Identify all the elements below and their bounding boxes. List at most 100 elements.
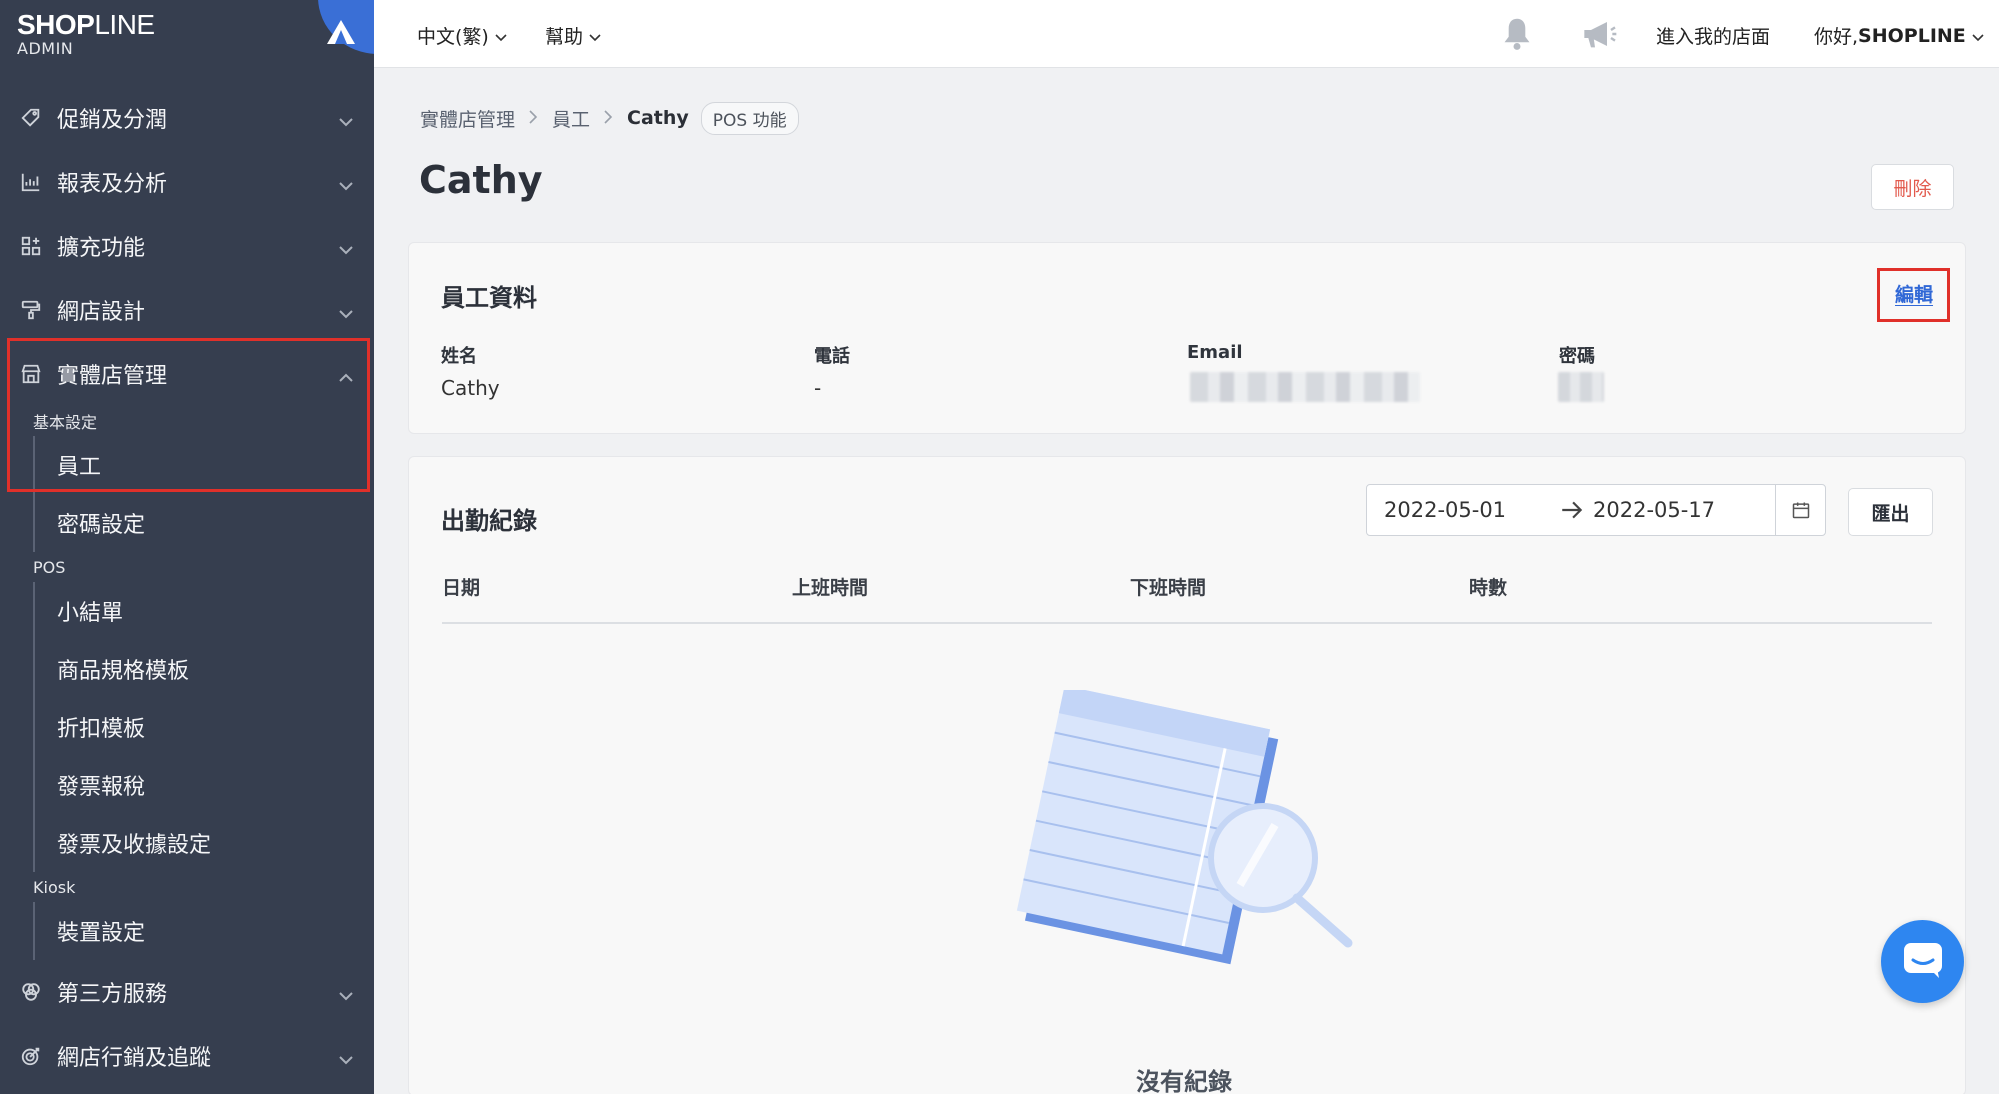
tag-icon (18, 105, 44, 131)
help-menu[interactable]: 幫助 (545, 22, 601, 49)
sidebar-sublist-pos: 小結單 商品規格模板 折扣模板 發票報稅 發票及收據設定 (33, 582, 374, 872)
delete-button[interactable]: 刪除 (1871, 164, 1954, 210)
column-header-clock-out[interactable]: 下班時間 (1130, 573, 1206, 600)
chevron-down-icon (338, 982, 354, 1007)
sidebar-item-third-party[interactable]: 第三方服務 (0, 960, 374, 1024)
logo-mark-icon (325, 18, 357, 50)
language-selector[interactable]: 中文(繁) (417, 22, 507, 49)
attendance-title: 出勤紀錄 (441, 507, 537, 535)
chevron-up-icon (338, 364, 354, 389)
sidebar-item-promotions[interactable]: 促銷及分潤 (0, 86, 374, 150)
sidebar-item-invoice-receipt-settings[interactable]: 發票及收據設定 (35, 814, 374, 872)
sidebar-item-label: 擴充功能 (57, 236, 146, 261)
sidebar-item-shift-report[interactable]: 小結單 (35, 582, 374, 640)
chevron-down-icon (338, 108, 354, 133)
date-range-picker[interactable]: 2022-05-01 2022-05-17 (1366, 484, 1826, 536)
empty-state-text: 沒有紀錄 (1136, 1068, 1232, 1094)
apps-icon (18, 233, 44, 259)
language-label: 中文(繁) (417, 26, 489, 48)
table-header-divider (442, 622, 1932, 624)
column-header-date[interactable]: 日期 (442, 573, 480, 600)
employee-info-title: 員工資料 (441, 284, 537, 312)
sidebar-item-apps[interactable]: 擴充功能 (0, 214, 374, 278)
sidebar-item-device-settings[interactable]: 裝置設定 (35, 902, 374, 960)
email-value-redacted (1190, 372, 1420, 402)
announcement-megaphone-icon[interactable] (1580, 18, 1618, 50)
user-menu[interactable]: 你好, SHOPLINE (1814, 22, 1984, 49)
sidebar-item-label: 網店設計 (57, 300, 146, 325)
chevron-down-icon (589, 25, 601, 47)
name-value: Cathy (441, 376, 500, 400)
chevron-right-icon (604, 108, 613, 129)
date-to-value[interactable]: 2022-05-17 (1593, 498, 1715, 522)
visit-store-label: 進入我的店面 (1656, 26, 1771, 48)
notification-bell-icon[interactable] (1500, 16, 1534, 52)
empty-records-illustration-icon (975, 685, 1375, 994)
sidebar-item-label: 促銷及分潤 (57, 108, 168, 133)
chevron-down-icon (338, 300, 354, 325)
sidebar-item-password-settings[interactable]: 密碼設定 (35, 494, 374, 552)
chat-support-button[interactable] (1881, 920, 1964, 1003)
calendar-icon[interactable] (1775, 485, 1826, 535)
sidebar: SHOPLINE ADMIN 促銷及分潤 報表及分析 擴充功能 網店設計 實體店… (0, 0, 374, 1094)
breadcrumb-current: Cathy (627, 107, 689, 129)
email-label: Email (1187, 342, 1243, 363)
sidebar-item-retail-store[interactable]: 實體店管理 (0, 342, 374, 406)
chevron-down-icon (495, 25, 507, 47)
brand-name-bold: SHOP (17, 9, 95, 40)
chevron-right-icon (529, 108, 538, 129)
sidebar-nav: 促銷及分潤 報表及分析 擴充功能 網店設計 實體店管理 基本設定 員工 密碼設定… (0, 86, 374, 1088)
sidebar-item-staff[interactable]: 員工 (35, 436, 374, 494)
sidebar-item-label: 實體店管理 (57, 364, 168, 389)
column-header-clock-in[interactable]: 上班時間 (792, 573, 868, 600)
sidebar-group-pos: POS (33, 557, 66, 577)
greeting-name: SHOPLINE (1858, 24, 1966, 47)
sidebar-item-label: 報表及分析 (57, 172, 168, 197)
breadcrumb-staff[interactable]: 員工 (552, 105, 590, 132)
chevron-down-icon (1972, 25, 1984, 47)
breadcrumb-retail-store[interactable]: 實體店管理 (420, 105, 515, 132)
paint-roller-icon (18, 297, 44, 323)
export-button[interactable]: 匯出 (1848, 488, 1933, 536)
sidebar-item-label: 網店行銷及追蹤 (57, 1046, 212, 1071)
password-label: 密碼 (1559, 346, 1595, 367)
sidebar-item-marketing[interactable]: 網店行銷及追蹤 (0, 1024, 374, 1088)
sidebar-item-reports[interactable]: 報表及分析 (0, 150, 374, 214)
chevron-down-icon (338, 1046, 354, 1071)
password-value-redacted (1558, 372, 1604, 402)
chart-icon (18, 169, 44, 195)
employee-info-card (408, 242, 1966, 434)
date-from-value[interactable]: 2022-05-01 (1384, 498, 1506, 522)
brand-name-thin: LINE (94, 9, 155, 40)
circles-icon (18, 979, 44, 1005)
column-header-hours[interactable]: 時數 (1469, 573, 1507, 600)
sidebar-item-discount-template[interactable]: 折扣模板 (35, 698, 374, 756)
phone-label: 電話 (814, 346, 850, 367)
greeting-prefix: 你好, (1814, 26, 1859, 48)
chevron-down-icon (338, 172, 354, 197)
store-icon (18, 361, 44, 387)
visit-store-link[interactable]: 進入我的店面 (1656, 22, 1770, 49)
sidebar-sublist-kiosk: 裝置設定 (33, 902, 374, 960)
pos-feature-badge: POS 功能 (700, 101, 799, 135)
sidebar-item-label: 第三方服務 (57, 982, 168, 1007)
sidebar-group-kiosk: Kiosk (33, 877, 76, 897)
edit-highlight-annotation (1877, 268, 1950, 322)
sidebar-item-design[interactable]: 網店設計 (0, 278, 374, 342)
chevron-down-icon (338, 236, 354, 261)
phone-value: - (814, 376, 822, 400)
sidebar-item-variation-template[interactable]: 商品規格模板 (35, 640, 374, 698)
sidebar-group-basic: 基本設定 (33, 413, 98, 432)
arrow-right-icon (1559, 497, 1585, 528)
page-title: Cathy (419, 158, 543, 202)
breadcrumb: 實體店管理 員工 Cathy POS 功能 (420, 101, 799, 135)
sidebar-sublist-basic: 員工 密碼設定 (33, 436, 374, 552)
chat-bubble-icon (1901, 940, 1945, 984)
brand-logo[interactable]: SHOPLINE ADMIN (17, 10, 155, 58)
brand-sub: ADMIN (17, 39, 74, 58)
name-label: 姓名 (441, 346, 477, 367)
help-label: 幫助 (545, 26, 584, 48)
sidebar-item-invoice-tax[interactable]: 發票報稅 (35, 756, 374, 814)
target-icon (18, 1043, 44, 1069)
top-bar: 中文(繁) 幫助 進入我的店面 你好, SHOPLINE (374, 0, 1999, 68)
